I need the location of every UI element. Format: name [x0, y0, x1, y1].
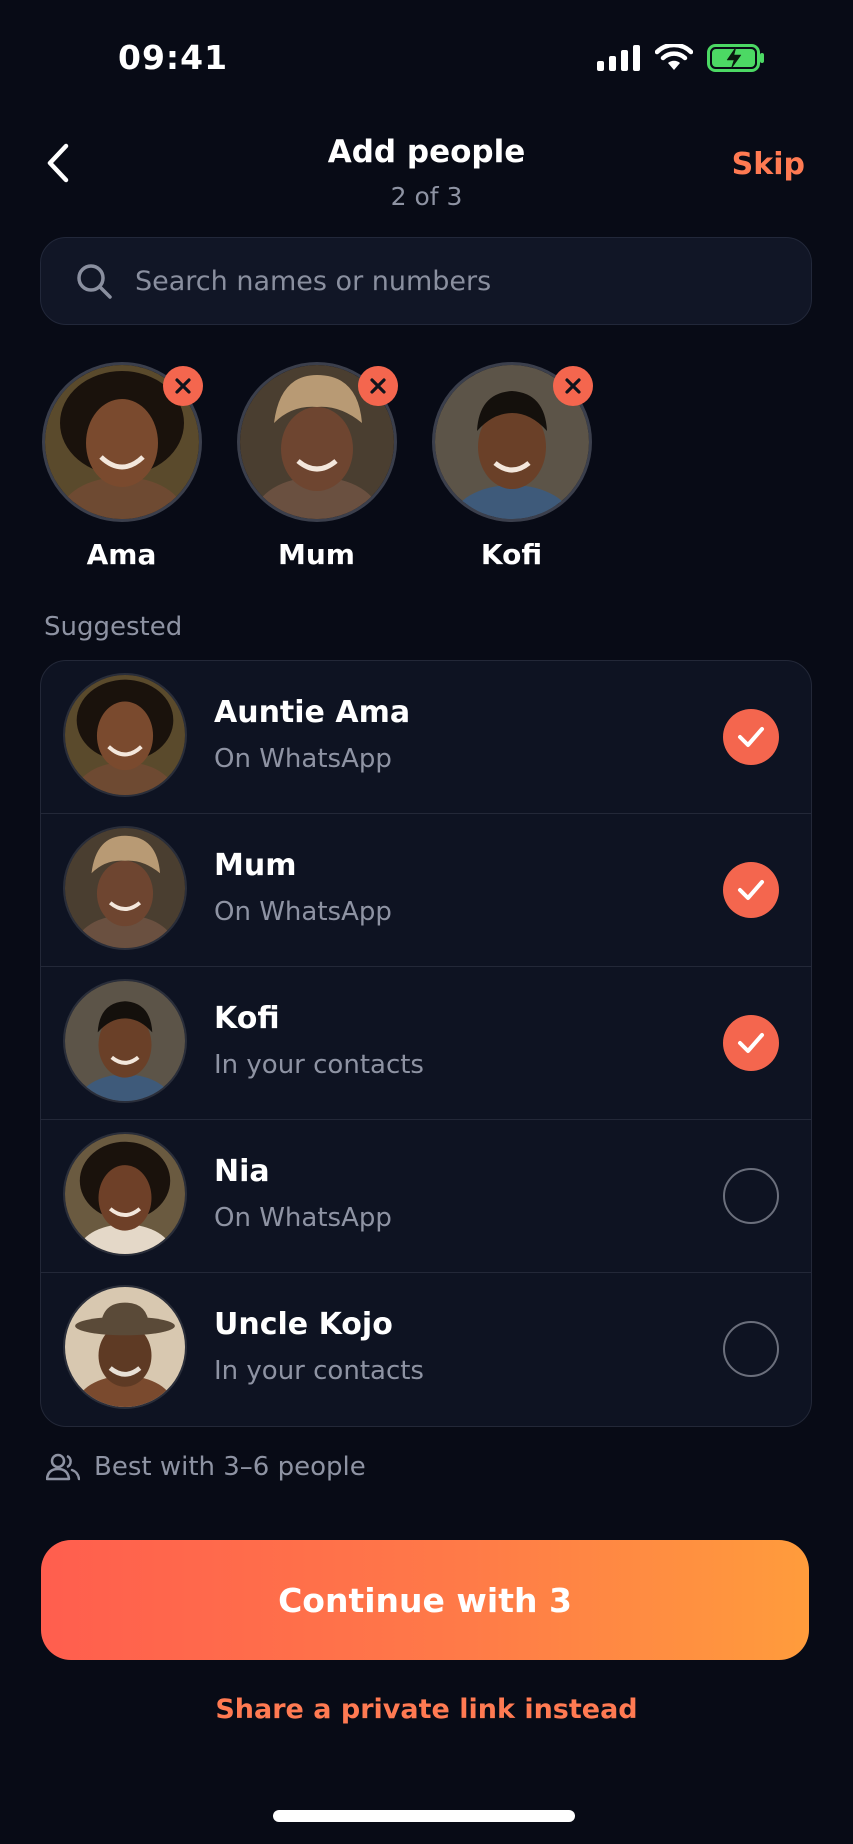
hint-text: Best with 3–6 people	[94, 1452, 366, 1482]
contact-name: Mum	[214, 848, 297, 883]
contact-source: On WhatsApp	[214, 1203, 392, 1233]
unselected-checkbox[interactable]	[723, 1321, 779, 1377]
checkmark-icon	[738, 727, 764, 747]
contact-source: On WhatsApp	[214, 897, 392, 927]
contact-name: Uncle Kojo	[214, 1307, 393, 1342]
remove-person-button[interactable]	[163, 366, 203, 406]
search-bar[interactable]	[40, 237, 812, 325]
contact-row[interactable]: Kofi In your contacts	[41, 967, 811, 1120]
wifi-icon	[655, 44, 693, 70]
share-link-button[interactable]: Share a private link instead	[0, 1694, 853, 1725]
page-title: Add people	[327, 134, 526, 170]
battery-charging-icon	[707, 44, 764, 72]
contact-row[interactable]: Nia On WhatsApp	[41, 1120, 811, 1273]
contact-row[interactable]: Mum On WhatsApp	[41, 814, 811, 967]
checkmark-icon	[738, 880, 764, 900]
remove-person-button[interactable]	[358, 366, 398, 406]
remove-person-button[interactable]	[553, 366, 593, 406]
selected-people: Ama Mum Kofi	[40, 362, 593, 571]
contact-source: In your contacts	[214, 1050, 424, 1080]
suggested-list: Auntie Ama On WhatsApp Mum On WhatsApp K…	[40, 660, 812, 1427]
continue-button[interactable]: Continue with 3	[41, 1540, 809, 1660]
people-icon	[46, 1453, 80, 1481]
avatar	[63, 673, 187, 797]
selected-checkbox[interactable]	[723, 709, 779, 765]
search-input[interactable]	[135, 251, 811, 311]
skip-button[interactable]: Skip	[732, 147, 805, 182]
close-icon	[175, 378, 191, 394]
contact-row[interactable]: Auntie Ama On WhatsApp	[41, 661, 811, 814]
selected-checkbox[interactable]	[723, 862, 779, 918]
selected-person: Kofi	[430, 362, 593, 571]
selected-person-name: Kofi	[480, 538, 543, 571]
unselected-checkbox[interactable]	[723, 1168, 779, 1224]
selected-person: Mum	[235, 362, 398, 571]
avatar	[63, 1132, 187, 1256]
selected-person: Ama	[40, 362, 203, 571]
selected-person-name: Mum	[278, 538, 355, 571]
close-icon	[565, 378, 581, 394]
status-icons	[597, 44, 765, 72]
contact-source: On WhatsApp	[214, 744, 392, 774]
avatar	[63, 1285, 187, 1409]
selected-checkbox[interactable]	[723, 1015, 779, 1071]
contact-name: Auntie Ama	[214, 695, 411, 730]
signal-icon	[597, 45, 640, 71]
step-indicator: 2 of 3	[390, 182, 463, 211]
close-icon	[370, 378, 386, 394]
suggested-heading: Suggested	[44, 612, 183, 642]
avatar	[63, 979, 187, 1103]
selected-person-name: Ama	[86, 538, 157, 571]
contact-source: In your contacts	[214, 1356, 424, 1386]
status-time: 09:41	[118, 38, 229, 77]
contact-name: Nia	[214, 1154, 270, 1189]
group-size-hint: Best with 3–6 people	[46, 1452, 366, 1482]
avatar	[63, 826, 187, 950]
search-icon	[77, 264, 112, 299]
checkmark-icon	[738, 1033, 764, 1053]
contact-row[interactable]: Uncle Kojo In your contacts	[41, 1273, 811, 1426]
add-people-screen: 09:41 Add people 2 of 3 Skip Search name…	[0, 0, 853, 1844]
home-indicator	[273, 1810, 575, 1822]
contact-name: Kofi	[214, 1001, 280, 1036]
